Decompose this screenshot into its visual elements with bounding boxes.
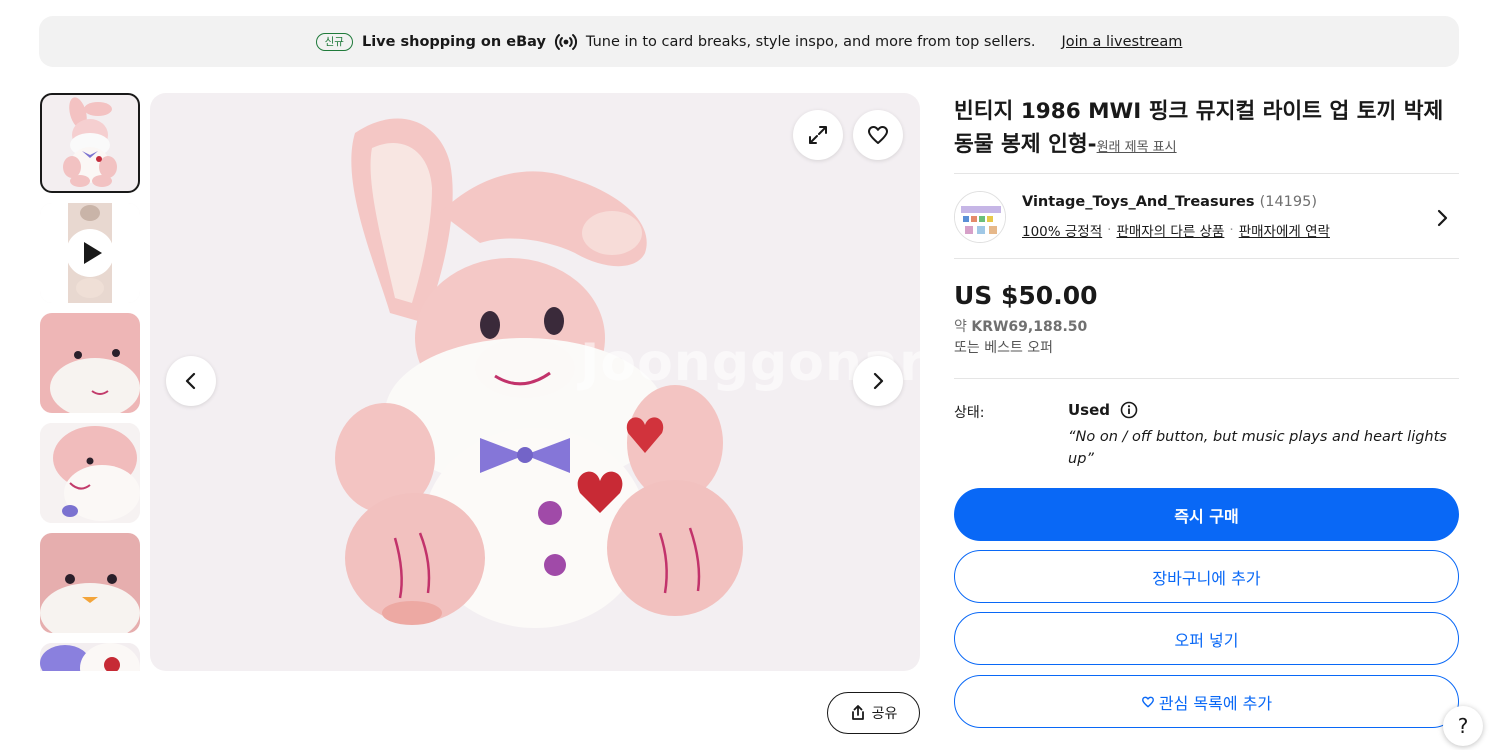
previous-image-button[interactable] bbox=[166, 356, 216, 406]
add-to-watchlist-button[interactable]: 관심 목록에 추가 bbox=[954, 675, 1459, 728]
make-offer-button[interactable]: 오퍼 넣기 bbox=[954, 612, 1459, 665]
new-badge: 신규 bbox=[315, 32, 353, 51]
condition-note: “No on / off button, but music plays and… bbox=[1068, 429, 1447, 467]
expand-icon bbox=[809, 126, 827, 144]
play-icon[interactable] bbox=[66, 229, 114, 277]
next-image-button[interactable] bbox=[853, 356, 903, 406]
main-product-image[interactable]: Joonggonara bbox=[150, 93, 920, 671]
banner-description: Tune in to card breaks, style inspo, and… bbox=[585, 33, 1036, 50]
divider bbox=[954, 378, 1459, 379]
rabbit-side-image bbox=[40, 423, 140, 523]
approx-prefix: 약 bbox=[954, 319, 967, 335]
share-button[interactable]: 공유 bbox=[827, 692, 920, 734]
help-button[interactable]: ? bbox=[1443, 706, 1483, 746]
separator: · bbox=[1107, 222, 1112, 238]
seller-name[interactable]: Vintage_Toys_And_Treasures (14195) bbox=[1022, 194, 1317, 210]
condition-value-text: Used bbox=[1068, 401, 1111, 419]
heart-icon bbox=[868, 126, 888, 144]
product-title-text: 빈티지 1986 MWI 핑크 뮤지컬 라이트 업 토끼 박제 동물 봉제 인형… bbox=[954, 99, 1444, 157]
join-livestream-link[interactable]: Join a livestream bbox=[1062, 34, 1183, 50]
product-title: 빈티지 1986 MWI 핑크 뮤지컬 라이트 업 토끼 박제 동물 봉제 인형… bbox=[954, 95, 1454, 164]
chevron-right-icon bbox=[873, 372, 884, 390]
live-broadcast-icon bbox=[554, 33, 577, 50]
seller-other-items-link[interactable]: 판매자의 다른 상품 bbox=[1116, 220, 1224, 240]
rabbit-thumbnail-image bbox=[63, 97, 117, 187]
thumbnail-4[interactable] bbox=[40, 423, 140, 523]
chevron-right-icon[interactable] bbox=[1433, 207, 1453, 229]
info-icon[interactable] bbox=[1120, 401, 1138, 419]
approx-price: 약 KRW69,188.50 bbox=[954, 316, 1087, 336]
rabbit-front-image bbox=[40, 533, 140, 633]
divider bbox=[954, 258, 1459, 259]
buy-now-button[interactable]: 즉시 구매 bbox=[954, 488, 1459, 541]
seller-links: 100% 긍정적 · 판매자의 다른 상품 · 판매자에게 연락 bbox=[1022, 220, 1330, 240]
seller-name-text[interactable]: Vintage_Toys_And_Treasures bbox=[1022, 194, 1255, 210]
seller-feedback-count: (14195) bbox=[1259, 194, 1318, 210]
thumbnail-5[interactable] bbox=[40, 533, 140, 633]
thumbnail-6[interactable] bbox=[40, 643, 140, 671]
divider bbox=[954, 173, 1459, 174]
thumbnail-1[interactable] bbox=[40, 93, 140, 193]
heart-icon bbox=[1141, 696, 1154, 707]
rabbit-closeup-image bbox=[40, 313, 140, 413]
best-offer-text: 또는 베스트 오퍼 bbox=[954, 340, 1054, 356]
share-icon bbox=[851, 705, 864, 720]
separator: · bbox=[1229, 222, 1234, 238]
condition-label: 상태: bbox=[954, 405, 985, 421]
rabbit-heart-image bbox=[40, 643, 140, 671]
live-shopping-banner: 신규 Live shopping on eBay Tune in to card… bbox=[39, 16, 1459, 67]
watchlist-label: 관심 목록에 추가 bbox=[1158, 693, 1273, 713]
show-original-title-link[interactable]: 원래 제목 표시 bbox=[1097, 140, 1177, 155]
approx-value: KRW69,188.50 bbox=[971, 319, 1088, 335]
expand-button[interactable] bbox=[793, 110, 843, 160]
thumbnail-strip bbox=[39, 93, 142, 671]
thumbnail-video[interactable] bbox=[40, 203, 140, 303]
seller-logo-image bbox=[955, 192, 1005, 242]
contact-seller-link[interactable]: 판매자에게 연락 bbox=[1239, 220, 1330, 240]
price: US $50.00 bbox=[954, 281, 1098, 310]
condition-value: Used bbox=[1068, 401, 1138, 419]
share-label: 공유 bbox=[871, 706, 898, 722]
thumbnail-3[interactable] bbox=[40, 313, 140, 413]
favorite-button[interactable] bbox=[853, 110, 903, 160]
banner-title: Live shopping on eBay bbox=[361, 33, 546, 50]
add-to-cart-button[interactable]: 장바구니에 추가 bbox=[954, 550, 1459, 603]
seller-positive-feedback-link[interactable]: 100% 긍정적 bbox=[1022, 220, 1102, 240]
seller-avatar[interactable] bbox=[954, 191, 1006, 243]
chevron-left-icon bbox=[185, 372, 196, 390]
